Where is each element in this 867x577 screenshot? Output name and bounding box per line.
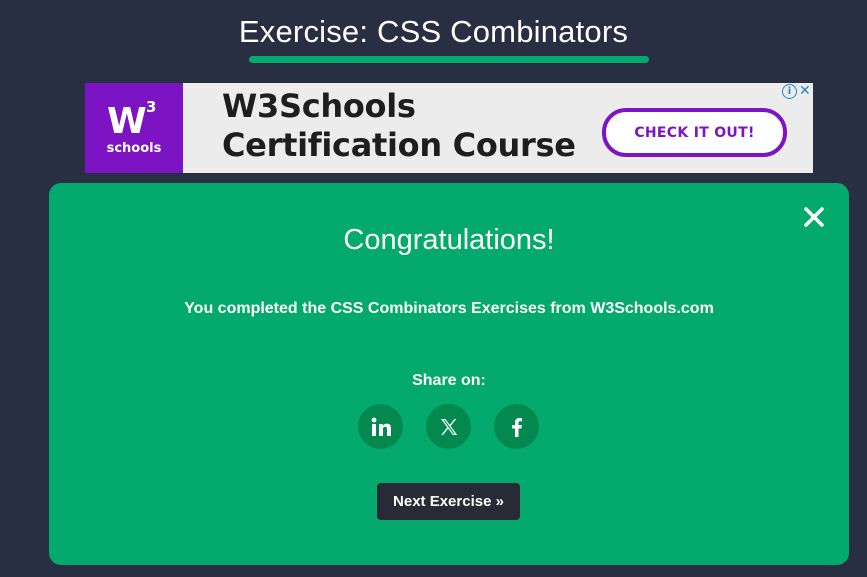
share-label: Share on: (412, 372, 486, 389)
logo-w: W (107, 101, 147, 142)
check-it-out-button[interactable]: CHECK IT OUT! (602, 108, 787, 157)
completion-message: You completed the CSS Combinators Exerci… (184, 300, 714, 317)
share-x-button[interactable] (426, 404, 471, 449)
title-underline (249, 56, 649, 63)
share-linkedin-button[interactable] (358, 404, 403, 449)
logo-superscript: 3 (146, 98, 157, 116)
ad-headline-line2: Certification Course (222, 126, 576, 164)
congratulations-heading: Congratulations! (343, 224, 555, 256)
ad-close-icon[interactable]: ✕ (799, 83, 811, 99)
ad-headline: W3Schools Certification Course (222, 87, 576, 165)
w3schools-logo: W 3 schools (85, 83, 183, 173)
page-title: Exercise: CSS Combinators (238, 14, 629, 49)
x-twitter-icon (440, 418, 457, 435)
ad-headline-line1: W3Schools (222, 87, 416, 125)
ad-info-icon[interactable]: i (782, 84, 797, 99)
advertisement-banner[interactable]: W 3 schools W3Schools Certification Cour… (85, 83, 813, 173)
congratulations-panel: Congratulations! You completed the CSS C… (49, 183, 849, 565)
logo-schools-text: schools (106, 141, 162, 156)
facebook-icon (511, 417, 522, 437)
linkedin-icon (371, 417, 391, 436)
next-exercise-button[interactable]: Next Exercise » (377, 483, 520, 520)
share-facebook-button[interactable] (494, 404, 539, 449)
